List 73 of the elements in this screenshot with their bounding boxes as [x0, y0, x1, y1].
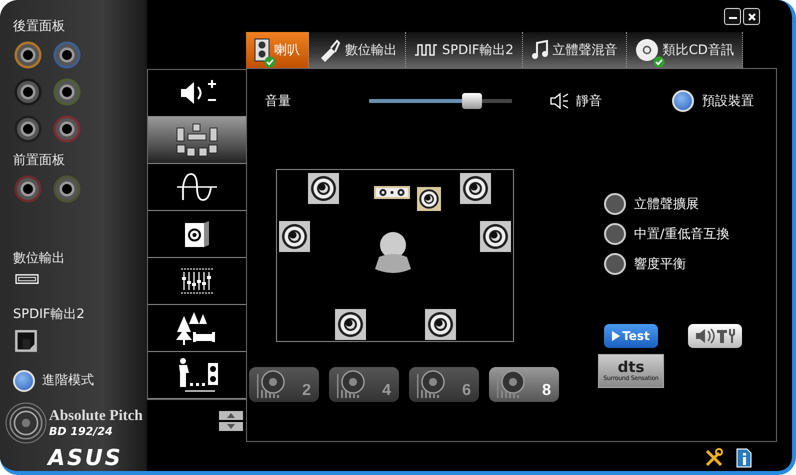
speaker-settings-button[interactable] — [688, 324, 742, 348]
speaker-icon[interactable] — [480, 221, 511, 252]
option-label: 響度平衡 — [634, 256, 686, 273]
option-label: 立體聲擴展 — [634, 196, 699, 213]
option-label: 中置/重低音互換 — [634, 226, 730, 243]
audio-jack-icon[interactable] — [13, 174, 43, 204]
dts-logo-text: dts — [618, 360, 644, 375]
up-arrow-icon — [227, 413, 235, 418]
speaker-icon[interactable] — [374, 186, 410, 199]
audio-jack-icon[interactable] — [13, 40, 43, 70]
speaker-icon[interactable] — [279, 221, 310, 252]
info-icon[interactable] — [734, 448, 754, 468]
speaker-icon[interactable] — [417, 187, 441, 211]
scroll-down-button[interactable] — [219, 422, 243, 431]
default-device-label: 預設裝置 — [702, 93, 754, 110]
default-device-radio[interactable] — [672, 90, 694, 112]
speaker-icon[interactable] — [308, 173, 339, 204]
down-arrow-icon — [227, 424, 235, 429]
device-tab[interactable]: 立體聲混音 — [522, 32, 627, 68]
option-radio[interactable] — [604, 193, 626, 215]
scroll-up-button[interactable] — [219, 411, 243, 420]
option-radio[interactable] — [604, 223, 626, 245]
equalizer-icon — [179, 267, 215, 295]
audio-jack-icon[interactable] — [52, 174, 82, 204]
digital-output-label: 數位輸出 — [13, 250, 65, 268]
close-button[interactable] — [743, 8, 760, 25]
feature-menu-item[interactable] — [148, 117, 246, 164]
hdmi-port-icon[interactable] — [13, 274, 41, 284]
tools-icon[interactable] — [704, 448, 724, 468]
audio-jack-icon[interactable] — [52, 114, 82, 144]
device-tab[interactable]: 喇叭 — [246, 32, 309, 68]
device-tab[interactable]: 數位輸出 — [309, 32, 406, 68]
channel-count-button[interactable]: 4 — [329, 367, 399, 402]
channel-count-button[interactable]: 6 — [409, 367, 479, 402]
channel-count-button[interactable]: 2 — [249, 367, 319, 402]
play-icon — [612, 331, 620, 341]
speaker-icon[interactable] — [335, 309, 366, 340]
speaker-tools-icon — [693, 326, 737, 346]
music-note-icon — [530, 40, 549, 60]
audio-jack-icon[interactable] — [13, 77, 43, 107]
speaker-icon[interactable] — [425, 309, 456, 340]
subwoofer-icon — [182, 219, 212, 249]
channel-count-button[interactable]: 8 — [489, 367, 559, 402]
speaker-icon — [254, 38, 270, 62]
brand-logo: ASUS — [48, 446, 123, 471]
mute-label: 靜音 — [576, 93, 602, 110]
sine-wave-icon — [175, 172, 219, 202]
audio-jack-icon[interactable] — [13, 114, 43, 144]
disc-icon — [634, 38, 659, 62]
rear-panel-label: 後置面板 — [13, 18, 65, 36]
optical-port-icon[interactable] — [13, 330, 39, 352]
speaker-mute-icon[interactable] — [549, 93, 569, 109]
audio-jack-icon[interactable] — [52, 77, 82, 107]
front-panel-label: 前置面板 — [13, 152, 65, 170]
logo-subtitle: BD 192/24 — [49, 425, 114, 438]
test-button[interactable]: Test — [604, 324, 658, 348]
advanced-mode-radio[interactable] — [13, 370, 35, 392]
logo-title: Absolute Pitch — [49, 408, 143, 425]
speaker-logo-icon — [5, 402, 47, 444]
option-radio[interactable] — [604, 253, 626, 275]
device-tab[interactable]: SPDIF輸出2 — [406, 32, 523, 68]
volume-label: 音量 — [265, 93, 292, 110]
device-tab[interactable]: 類比CD音訊 — [626, 32, 743, 68]
square-wave-icon — [414, 44, 438, 56]
advanced-mode-label: 進階模式 — [42, 372, 94, 390]
minimize-button[interactable] — [724, 8, 741, 25]
listener-figure-icon — [373, 231, 413, 275]
speaker-layout-icon — [175, 122, 219, 158]
close-icon — [746, 12, 756, 22]
volume-slider-thumb[interactable] — [462, 93, 482, 109]
speaker-icon[interactable] — [460, 173, 491, 204]
audio-jack-icon[interactable] — [52, 40, 82, 70]
spdif-output-label: SPDIF輸出2 — [13, 306, 85, 324]
